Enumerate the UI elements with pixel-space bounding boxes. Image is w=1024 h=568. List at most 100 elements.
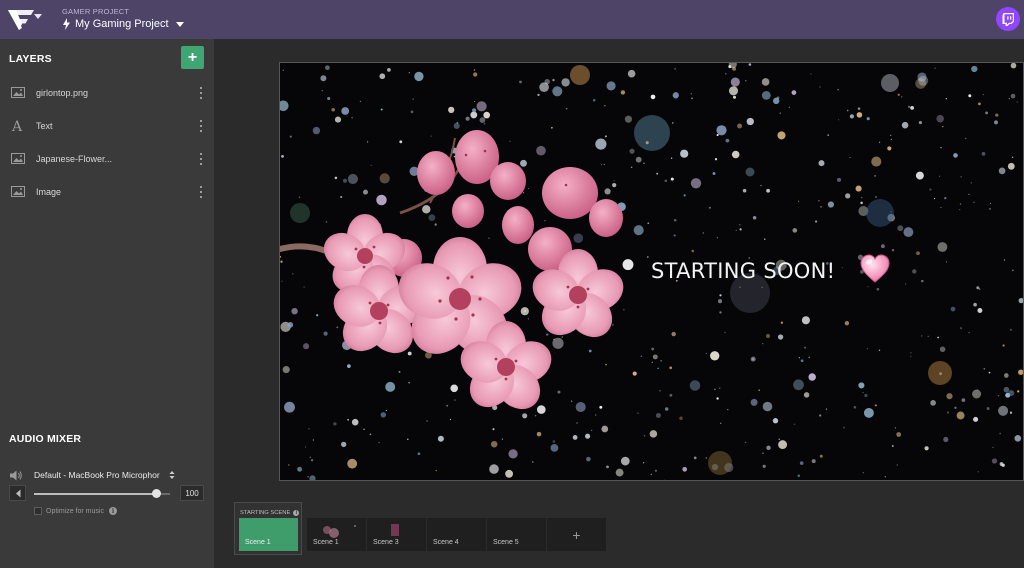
bokeh-particle [894,427,897,429]
app-logo-menu[interactable] [8,7,44,33]
volume-slider[interactable] [34,493,170,495]
scene-thumbnail[interactable]: Scene 3 [367,518,426,551]
bokeh-particle [552,86,563,97]
bokeh-particle [595,138,607,150]
bokeh-particle [465,116,470,121]
bokeh-particle [679,416,683,421]
project-selector[interactable]: My Gaming Project [62,16,184,32]
layer-menu-icon[interactable] [198,86,204,100]
info-icon[interactable]: i [293,509,300,516]
overlay-text[interactable]: STARTING SOON! [651,259,835,283]
bokeh-particle [604,105,606,107]
scene-label: Scene 5 [493,539,519,546]
bokeh-particle [536,431,542,437]
layer-menu-icon[interactable] [198,185,204,199]
bokeh-particle [940,206,942,209]
optimize-music-checkbox[interactable] [34,507,42,515]
bokeh-particle [606,81,616,91]
bokeh-particle [780,321,784,324]
bokeh-particle [289,135,292,138]
bokeh-particle [946,411,950,414]
bokeh-particle [915,171,924,180]
bokeh-particle [976,389,979,391]
volume-value[interactable]: 100 [180,485,204,501]
bokeh-particle [933,197,936,200]
bokeh-particle [866,199,894,227]
bokeh-particle [604,135,607,138]
bokeh-particle [977,308,983,313]
bokeh-particle [298,196,301,198]
bokeh-particle [858,382,865,389]
bokeh-particle [552,337,564,349]
layer-menu-icon[interactable] [198,119,204,133]
bokeh-particle [737,123,743,129]
logo-dropdown-icon[interactable] [34,14,42,19]
bokeh-particle [717,299,723,304]
bokeh-particle [334,116,342,123]
bokeh-particle [1009,328,1013,331]
bokeh-particle [693,456,697,460]
pink-heart-icon[interactable] [859,253,891,285]
layer-menu-icon[interactable] [198,152,204,166]
bokeh-particle [838,119,840,121]
bokeh-particle [369,433,372,436]
bokeh-particle [323,331,328,336]
bokeh-particle [716,134,719,137]
bokeh-particle [646,256,649,258]
bokeh-particle [881,74,899,92]
layer-item[interactable]: girlontop.png [0,76,214,109]
scene-label: Scene 1 [313,539,339,546]
bokeh-particle [884,476,886,478]
bokeh-particle [912,269,917,274]
bokeh-particle [943,436,949,443]
bokeh-particle [642,462,645,464]
bokeh-particle [281,280,283,282]
bokeh-particle [282,366,290,374]
scene-group-label: STARTING SCENE [240,509,291,516]
bokeh-particle [998,167,1006,175]
bokeh-particle [456,122,459,124]
info-icon[interactable]: i [108,507,117,515]
bokeh-particle [760,184,762,187]
mute-toggle-button[interactable] [9,485,26,501]
layer-item[interactable]: Japanese-Flower... [0,142,214,175]
add-scene-button[interactable]: + [547,518,606,551]
scene-thumbnail[interactable]: Scene 1 [307,518,366,551]
bokeh-particle [765,333,771,339]
preview-canvas[interactable]: STARTING SOON! [279,62,1024,481]
bokeh-particle [827,134,829,136]
bokeh-particle [281,155,284,158]
bokeh-particle [398,370,401,373]
bokeh-particle [772,97,780,105]
audio-device-select[interactable]: Default - MacBook Pro Microphor [34,470,160,480]
bokeh-particle [287,322,294,328]
add-layer-button[interactable]: + [181,46,204,69]
bokeh-particle [764,238,766,240]
bokeh-particle [366,141,369,143]
bokeh-particle [880,244,885,249]
bokeh-particle [959,208,961,211]
bokeh-particle [998,405,1009,416]
bokeh-particle [778,438,780,440]
bokeh-particle [673,218,677,222]
bokeh-particle [810,73,812,75]
scene-thumbnail[interactable]: Scene 4 [427,518,486,551]
bokeh-particle [472,108,477,113]
bokeh-particle [994,120,998,125]
bokeh-particle [977,471,979,473]
bokeh-particle [672,92,679,99]
layer-item[interactable]: Image [0,175,214,208]
bokeh-particle [399,140,403,144]
bokeh-particle [604,188,611,195]
bokeh-particle [954,406,957,409]
bokeh-particle [624,115,632,123]
scene-thumbnail[interactable]: Scene 1 [239,518,298,551]
bokeh-particle [797,200,800,202]
bokeh-particle [309,475,316,480]
bokeh-particle [857,107,861,110]
twitch-account-button[interactable] [996,7,1020,31]
scene-thumbnail[interactable]: Scene 5 [487,518,546,551]
bokeh-particle [537,93,540,97]
layer-item[interactable]: A Text [0,109,214,142]
select-updown-icon[interactable] [168,469,176,481]
